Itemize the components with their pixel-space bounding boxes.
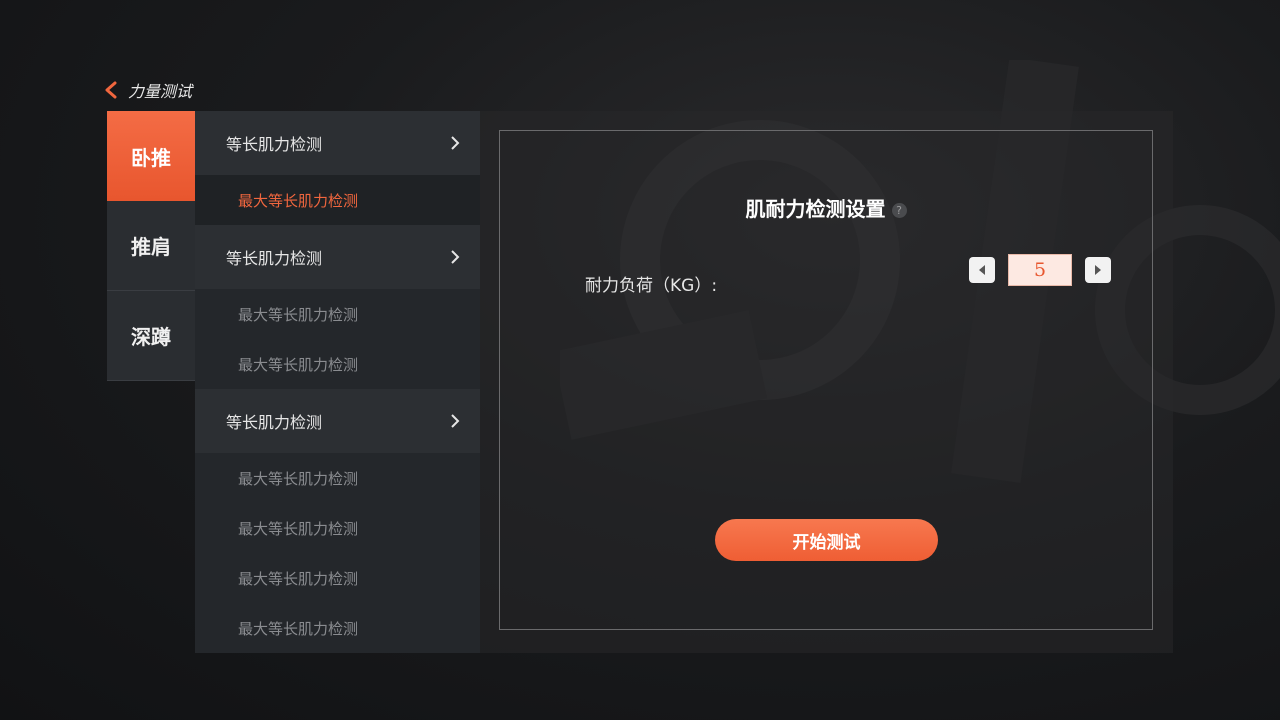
chevron-right-icon [450,413,460,429]
menu-group-title: 等长肌力检测 [226,135,323,154]
category-squat[interactable]: 深蹲 [107,291,195,381]
menu-group-title: 等长肌力检测 [226,249,323,268]
category-bench-press[interactable]: 卧推 [107,111,195,201]
decrement-button[interactable] [969,257,995,283]
menu-group-2[interactable]: 等长肌力检测 [195,225,480,289]
menu-item[interactable]: 最大等长肌力检测 [195,175,480,225]
triangle-left-icon [979,265,985,275]
settings-title: 肌耐力检测设置? [500,193,1152,222]
settings-frame: 肌耐力检测设置? 耐力负荷（KG）: 5 开始测试 [499,130,1153,630]
category-sidebar: 卧推 推肩 深蹲 [107,111,195,381]
chevron-right-icon [450,249,460,265]
menu-item[interactable]: 最大等长肌力检测 [195,339,480,389]
menu-group-1[interactable]: 等长肌力检测 [195,111,480,175]
settings-title-text: 肌耐力检测设置 [745,197,886,221]
increment-button[interactable] [1085,257,1111,283]
page-title: 力量测试 [128,82,193,101]
menu-item[interactable]: 最大等长肌力检测 [195,453,480,503]
help-icon[interactable]: ? [891,203,907,218]
load-stepper: 5 [969,254,1111,286]
chevron-right-icon [450,135,460,151]
load-value-field[interactable]: 5 [1008,254,1072,286]
menu-item[interactable]: 最大等长肌力检测 [195,553,480,603]
category-shoulder-press[interactable]: 推肩 [107,201,195,291]
header: 力量测试 [104,78,192,102]
load-label: 耐力负荷（KG）: [585,276,718,296]
menu-group-3[interactable]: 等长肌力检测 [195,389,480,453]
back-arrow-icon[interactable] [104,81,118,99]
menu-group-title: 等长肌力检测 [226,413,323,432]
triangle-right-icon [1095,265,1101,275]
test-menu: 等长肌力检测 最大等长肌力检测 等长肌力检测 最大等长肌力检测 最大等长肌力检测… [195,111,480,653]
menu-item[interactable]: 最大等长肌力检测 [195,603,480,653]
menu-item[interactable]: 最大等长肌力检测 [195,503,480,553]
start-test-button[interactable]: 开始测试 [715,519,938,561]
settings-panel: 肌耐力检测设置? 耐力负荷（KG）: 5 开始测试 [480,111,1173,653]
menu-item[interactable]: 最大等长肌力检测 [195,289,480,339]
